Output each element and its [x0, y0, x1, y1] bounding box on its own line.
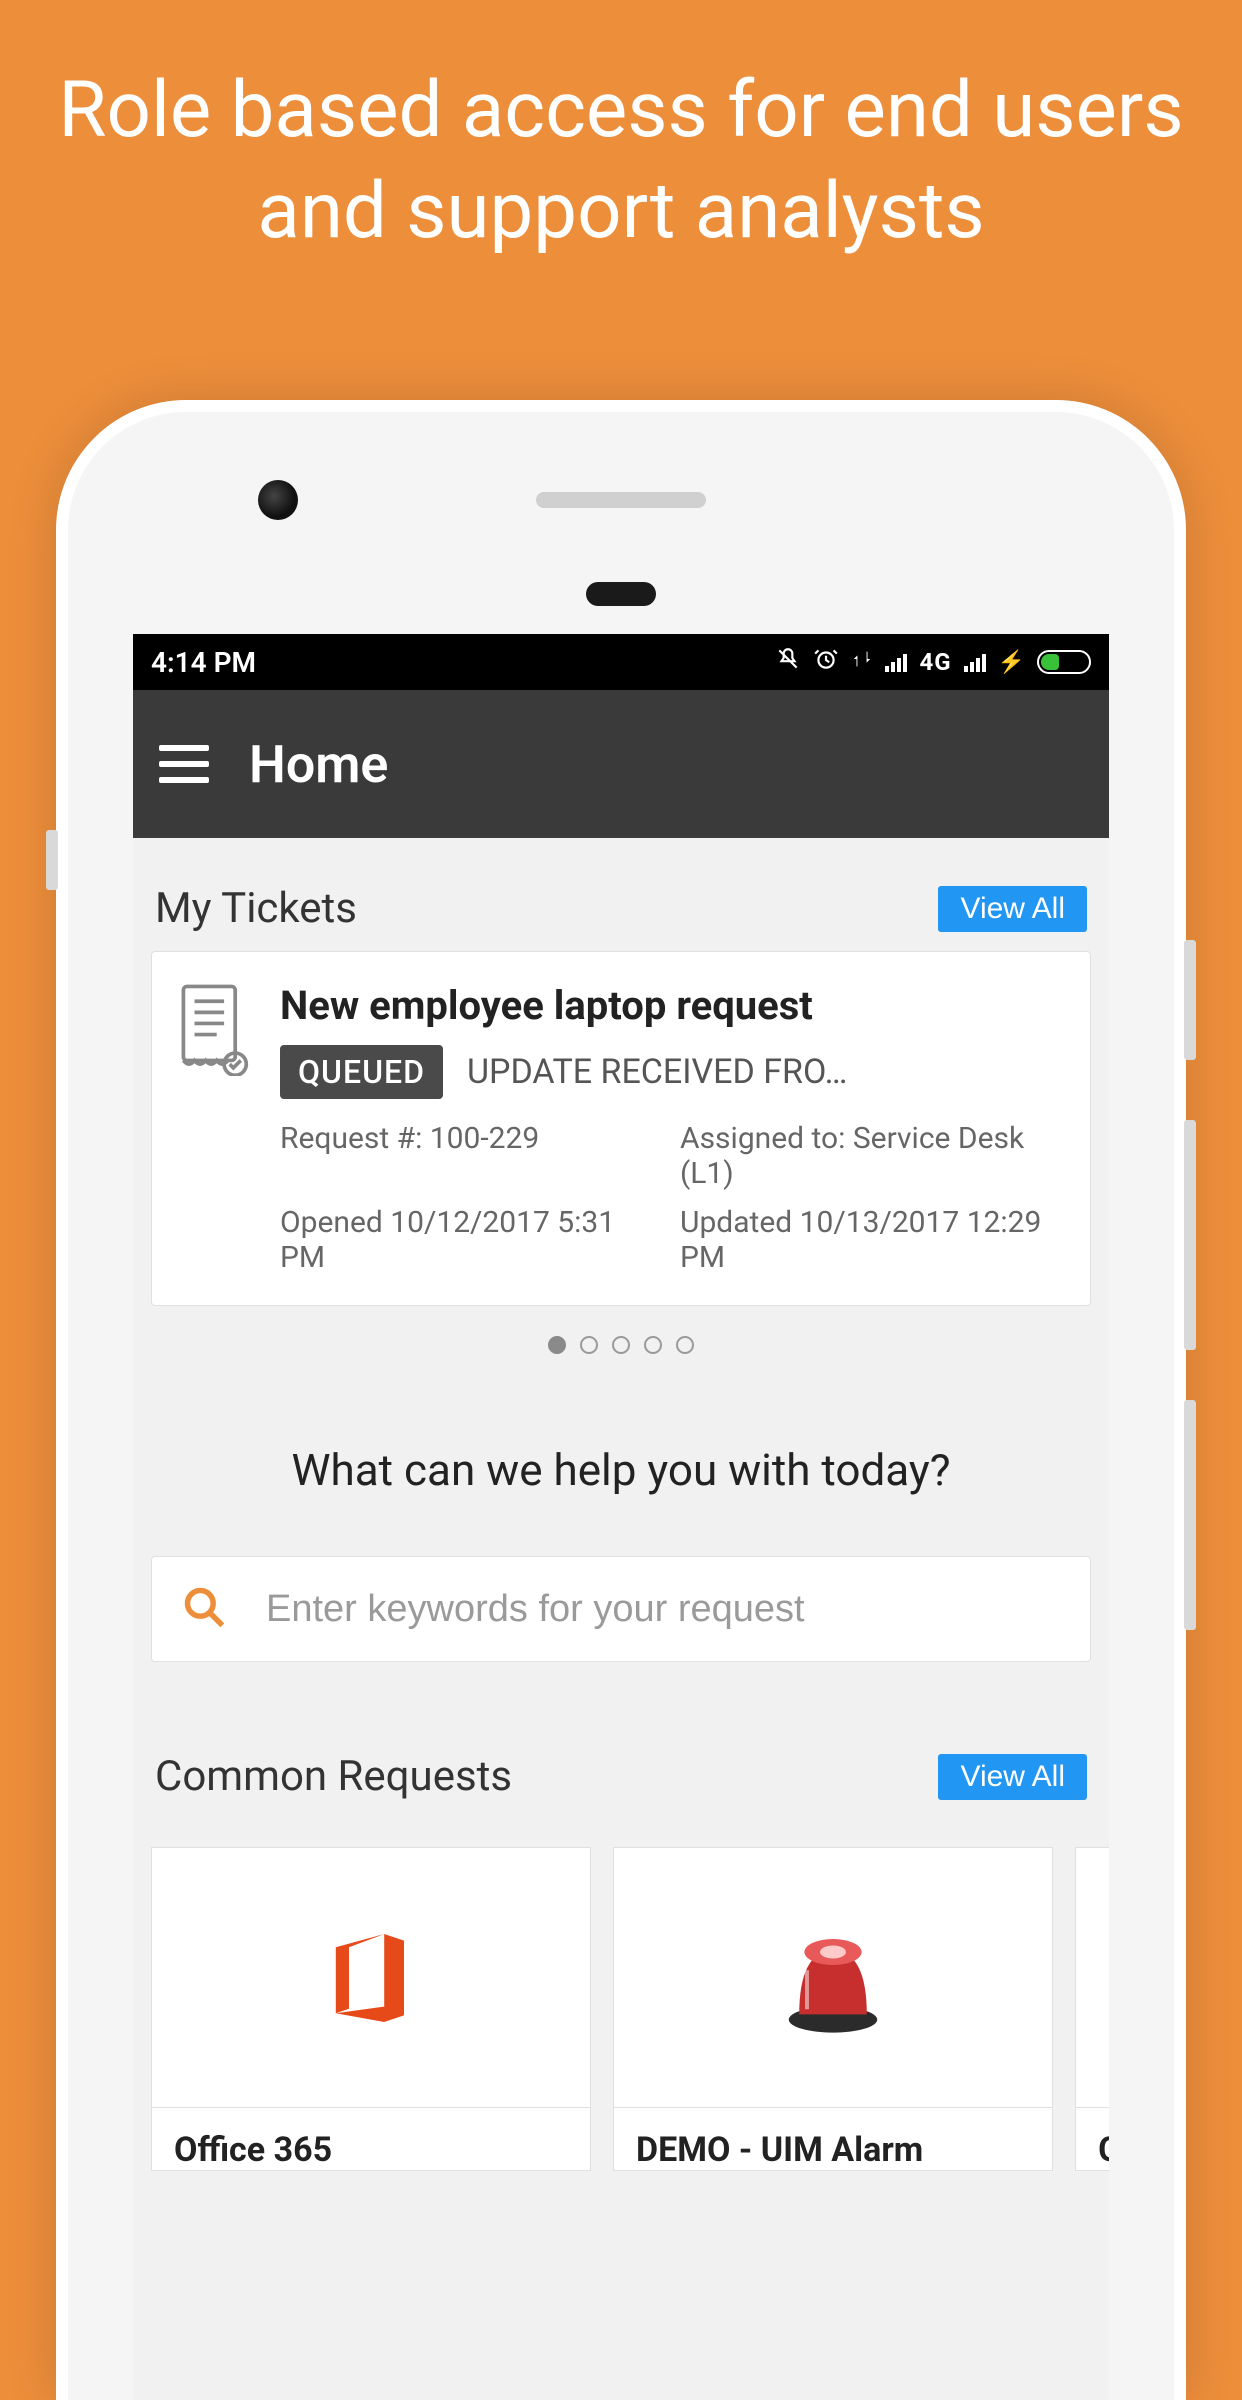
- card-image: [1076, 1848, 1109, 2108]
- pager-dot[interactable]: [580, 1336, 598, 1354]
- request-card-label: Office 365: [152, 2108, 590, 2170]
- battery-icon: [1037, 650, 1091, 674]
- ticket-status-text: UPDATE RECEIVED FRO…: [467, 1052, 1066, 1092]
- request-card-label: DEMO - UIM Alarm: [614, 2108, 1052, 2170]
- promo-headline: Role based access for end users and supp…: [0, 0, 1242, 263]
- pager-dot[interactable]: [676, 1336, 694, 1354]
- search-box[interactable]: [151, 1556, 1091, 1662]
- status-bar: 4:14 PM 4G ⚡: [133, 634, 1109, 690]
- ticket-icon: [176, 982, 250, 1275]
- pager-dot[interactable]: [612, 1336, 630, 1354]
- common-requests-title: Common Requests: [155, 1752, 512, 1801]
- status-badge: QUEUED: [280, 1045, 443, 1099]
- mute-icon: [775, 646, 801, 678]
- phone-sensor: [586, 582, 656, 606]
- ticket-title: New employee laptop request: [280, 982, 1066, 1029]
- network-label: 4G: [919, 648, 951, 676]
- tickets-view-all-button[interactable]: View All: [938, 886, 1087, 932]
- page-title: Home: [249, 734, 388, 795]
- phone-side-button: [1184, 1120, 1196, 1350]
- ticket-request-number: Request #: 100-229: [280, 1121, 666, 1191]
- pager-dot[interactable]: [548, 1336, 566, 1354]
- data-icon: [851, 648, 873, 676]
- ticket-card[interactable]: New employee laptop request QUEUED UPDAT…: [151, 951, 1091, 1306]
- ticket-assigned-to: Assigned to: Service Desk (L1): [680, 1121, 1066, 1191]
- ticket-updated: Updated 10/13/2017 12:29 PM: [680, 1205, 1066, 1275]
- status-time: 4:14 PM: [151, 646, 256, 679]
- search-icon: [182, 1585, 226, 1633]
- request-card-partial[interactable]: Goo: [1075, 1847, 1109, 2171]
- app-bar: Home: [133, 690, 1109, 838]
- request-card-uim-alarm[interactable]: DEMO - UIM Alarm: [613, 1847, 1053, 2171]
- ticket-opened: Opened 10/12/2017 5:31 PM: [280, 1205, 666, 1275]
- phone-speaker: [536, 492, 706, 508]
- signal-icon: [964, 652, 986, 672]
- office-icon: [152, 1848, 590, 2108]
- my-tickets-title: My Tickets: [155, 884, 357, 933]
- siren-icon: [614, 1848, 1052, 2108]
- search-input[interactable]: [266, 1588, 1060, 1631]
- pager-dot[interactable]: [644, 1336, 662, 1354]
- request-card-label: Goo: [1076, 2108, 1109, 2170]
- phone-side-button: [1184, 940, 1196, 1060]
- common-view-all-button[interactable]: View All: [938, 1754, 1087, 1800]
- phone-camera: [258, 480, 298, 520]
- charging-icon: ⚡: [998, 650, 1025, 675]
- phone-side-button: [1184, 1400, 1196, 1630]
- menu-icon[interactable]: [159, 745, 209, 783]
- alarm-icon: [813, 646, 839, 678]
- app-screen: 4:14 PM 4G ⚡: [133, 634, 1109, 2400]
- request-card-office365[interactable]: Office 365: [151, 1847, 591, 2171]
- phone-frame: 4:14 PM 4G ⚡: [56, 400, 1186, 2400]
- carousel-pager: [133, 1306, 1109, 1364]
- help-prompt: What can we help you with today?: [133, 1364, 1109, 1556]
- phone-side-button: [46, 830, 58, 890]
- signal-icon: [885, 652, 907, 672]
